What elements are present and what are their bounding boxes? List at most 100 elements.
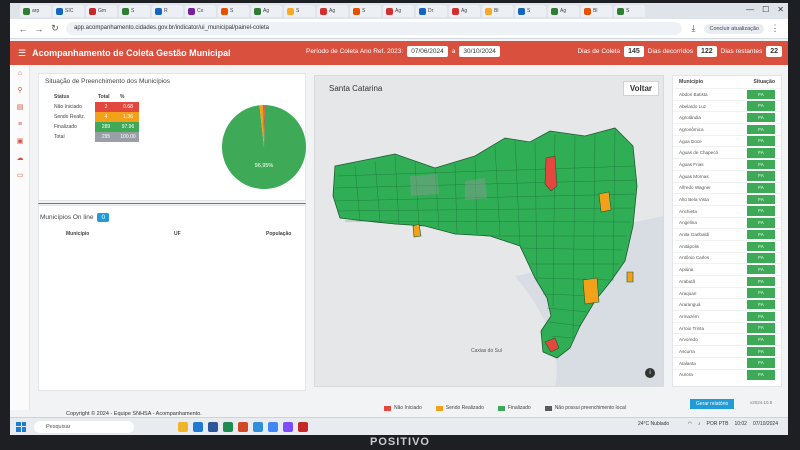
browser-tab[interactable]: Dr xyxy=(416,5,447,17)
list-item[interactable]: Araquari FA xyxy=(673,286,781,299)
update-browser-button[interactable]: Concluir atualização xyxy=(704,23,764,34)
region-not-started[interactable] xyxy=(544,155,558,192)
legend-swatch xyxy=(544,405,552,411)
browser-tab[interactable]: Ag xyxy=(449,5,480,17)
teams-icon[interactable] xyxy=(283,421,293,432)
state-map[interactable] xyxy=(315,76,664,387)
browser-tab[interactable]: Ag xyxy=(251,5,282,17)
browser-tab[interactable]: S xyxy=(614,5,645,17)
minimize-icon[interactable]: — xyxy=(746,5,754,14)
list-item[interactable]: Armazém FA xyxy=(673,310,781,322)
list-item[interactable]: Apiúna FA xyxy=(673,263,781,275)
list-item-status-badge: FA xyxy=(747,346,775,357)
status-pct: 100.00 xyxy=(117,132,139,142)
back-arrow-icon[interactable]: ← xyxy=(18,24,28,34)
list-item[interactable]: Abdon Batista FA xyxy=(673,88,781,100)
word-icon[interactable] xyxy=(208,421,218,432)
list-item[interactable]: Ascurra FA xyxy=(673,345,781,357)
browser-tab[interactable]: Bl xyxy=(482,5,513,17)
list-item[interactable]: Antônio Carlos FA xyxy=(673,251,781,264)
list-item[interactable]: Arabutã FA xyxy=(673,275,781,287)
browser-tab[interactable]: SIC xyxy=(53,5,84,17)
download-icon[interactable]: ⤓ xyxy=(688,23,698,34)
outlook-icon[interactable] xyxy=(253,421,263,432)
browser-tab[interactable]: R xyxy=(152,5,183,17)
browser-tab[interactable]: Gm xyxy=(86,5,117,17)
taskbar-search-input[interactable]: Pesquisar xyxy=(34,420,134,433)
browser-tab[interactable]: arp xyxy=(20,5,51,17)
sidebar-monitor-icon[interactable]: ▭ xyxy=(10,167,30,184)
list-item[interactable]: Águas Frias FA xyxy=(673,158,781,170)
list-item[interactable]: Atalanta FA xyxy=(673,356,781,369)
days-elapsed-count: 122 xyxy=(696,46,717,57)
browser-tab[interactable]: Ag xyxy=(317,5,348,17)
monitor-bezel: arp SIC Gm S R Cx S Ag S Ag S Ag Dr Ag Bl S Ag Bl S — ☐ ✕ … xyxy=(0,0,800,450)
list-item[interactable]: Água Doce FA xyxy=(673,134,781,147)
sidebar-cloud-icon[interactable]: ☁ xyxy=(10,150,30,167)
sidebar-chart-icon[interactable]: ▤ xyxy=(10,99,30,116)
clock-date[interactable]: 07/10/2024 xyxy=(753,421,778,427)
report-button[interactable]: Gerar relatório xyxy=(690,399,735,409)
url-input[interactable]: app.acompanhamento.cidades.gov.br/indica… xyxy=(66,22,683,35)
list-item[interactable]: Anita Garibaldi FA xyxy=(673,228,781,240)
browser-tab[interactable]: S xyxy=(119,5,150,17)
tab-title: S xyxy=(131,8,135,14)
list-item[interactable]: Arroio Trinta FA xyxy=(673,321,781,334)
close-icon[interactable]: ✕ xyxy=(777,5,784,14)
list-item[interactable]: Abelardo Luz FA xyxy=(673,99,781,112)
list-item[interactable]: Anitápolis FA xyxy=(673,239,781,252)
list-item[interactable]: Araranguá FA xyxy=(673,298,781,310)
browser-tab[interactable]: Cx xyxy=(185,5,216,17)
browser-tab[interactable]: Ag xyxy=(383,5,414,17)
browser-tab[interactable]: S xyxy=(515,5,546,17)
sidebar-report-icon[interactable]: ▣ xyxy=(10,133,30,150)
list-item[interactable]: Anchieta FA xyxy=(673,204,781,217)
list-item[interactable]: Águas de Chapecó FA xyxy=(673,146,781,158)
list-item[interactable]: Águas Mornas FA xyxy=(673,169,781,182)
chrome-icon[interactable] xyxy=(268,421,278,432)
list-item[interactable]: Arvoredo FA xyxy=(673,333,781,345)
browser-tab[interactable]: S xyxy=(350,5,381,17)
sidebar-search-icon[interactable]: ⚲ xyxy=(10,82,30,99)
map-panel[interactable]: Santa Catarina Voltar Caxias do Sul i xyxy=(314,75,664,387)
list-item[interactable]: Alto Bela Vista FA xyxy=(673,193,781,205)
pct-col-header: % xyxy=(120,94,125,100)
sidebar-home-icon[interactable]: ⌂ xyxy=(10,65,30,82)
day-counters: Dias de Coleta 145 Dias decorridos 122 D… xyxy=(577,46,782,57)
file-explorer-icon[interactable] xyxy=(178,421,188,432)
app-icon[interactable] xyxy=(298,421,308,432)
browser-tab[interactable]: Bl xyxy=(581,5,612,17)
hamburger-menu-icon[interactable]: ☰ xyxy=(18,48,26,59)
list-item[interactable]: Alfredo Wagner FA xyxy=(673,181,781,194)
list-item[interactable]: Agrolândia FA xyxy=(673,111,781,123)
wifi-icon[interactable]: ◠ xyxy=(688,421,692,427)
list-item[interactable]: Aurora FA xyxy=(673,368,781,381)
region-in-progress[interactable] xyxy=(626,271,634,283)
windows-start-icon[interactable] xyxy=(16,421,26,432)
weather-widget[interactable]: 24°C Nublado xyxy=(638,421,669,427)
sidebar-list-icon[interactable]: ≡ xyxy=(10,116,30,133)
maximize-icon[interactable]: ☐ xyxy=(762,5,769,14)
excel-icon[interactable] xyxy=(223,421,233,432)
tab-favicon-icon xyxy=(452,7,459,15)
reload-icon[interactable]: ↻ xyxy=(50,23,60,34)
list-item[interactable]: Angelina FA xyxy=(673,216,781,229)
clock-time[interactable]: 10:02 xyxy=(734,421,747,427)
edge-icon[interactable] xyxy=(193,421,203,432)
volume-icon[interactable]: ♪ xyxy=(698,421,701,427)
region-in-progress[interactable] xyxy=(582,277,600,305)
powerpoint-icon[interactable] xyxy=(238,421,248,432)
region-in-progress[interactable] xyxy=(598,191,612,213)
list-item-status-badge: FA xyxy=(747,370,775,380)
list-item[interactable]: Agronômica FA xyxy=(673,123,781,135)
browser-tab[interactable]: S xyxy=(284,5,315,17)
more-menu-icon[interactable]: ⋮ xyxy=(770,23,780,34)
language-indicator[interactable]: POR PTB xyxy=(707,421,729,427)
back-button[interactable]: Voltar xyxy=(622,81,659,96)
browser-tab[interactable]: Ag xyxy=(548,5,579,17)
browser-tab[interactable]: S xyxy=(218,5,249,17)
list-item-name: Ascurra xyxy=(679,348,695,354)
tab-title: Ag xyxy=(461,8,468,14)
info-icon[interactable]: i xyxy=(645,368,655,378)
forward-arrow-icon[interactable]: → xyxy=(34,24,44,34)
